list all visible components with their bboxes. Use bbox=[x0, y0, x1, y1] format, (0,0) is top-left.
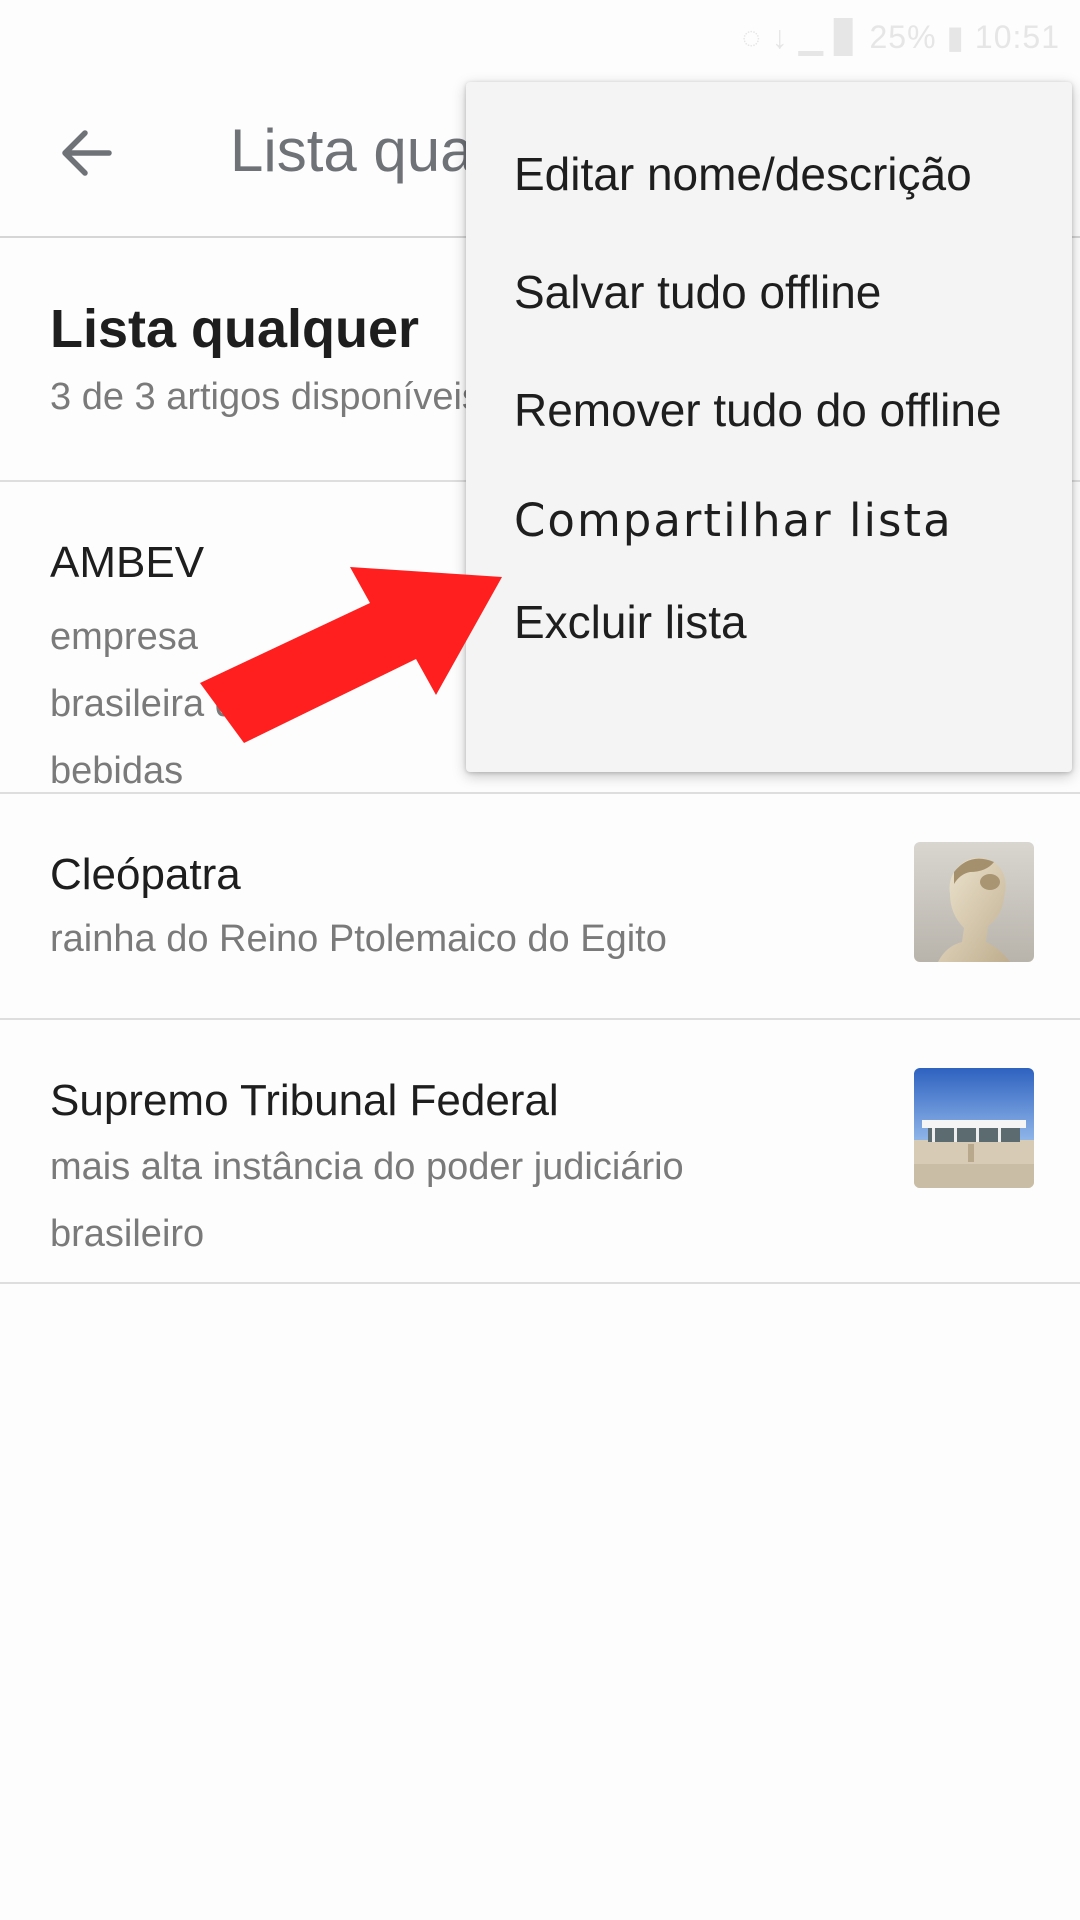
back-button[interactable] bbox=[40, 107, 132, 199]
article-description: mais alta instância do poder judiciário … bbox=[50, 1146, 684, 1255]
list-title: Lista qualquer bbox=[50, 299, 420, 359]
bust-sculpture-image bbox=[914, 842, 1034, 962]
menu-item-remove-all-offline[interactable]: Remover tudo do offline bbox=[466, 350, 1072, 470]
article-title: Supremo Tribunal Federal bbox=[50, 1076, 559, 1125]
article-title: AMBEV bbox=[50, 538, 205, 587]
menu-item-label: Remover tudo do offline bbox=[514, 384, 1002, 436]
menu-item-save-all-offline[interactable]: Salvar tudo offline bbox=[466, 232, 1072, 352]
status-bar: ◌ ↓ ▁ ▊ 25% ▮ 10:51 bbox=[0, 0, 1080, 70]
article-thumbnail bbox=[914, 842, 1034, 962]
article-row-cleopatra[interactable]: Cleópatra rainha do Reino Ptolemaico do … bbox=[0, 794, 1080, 1020]
article-thumbnail bbox=[914, 1068, 1034, 1188]
menu-item-edit-name-description[interactable]: Editar nome/descrição bbox=[466, 114, 1072, 234]
article-row-stf[interactable]: Supremo Tribunal Federal mais alta instâ… bbox=[0, 1020, 1080, 1284]
arrow-left-icon bbox=[62, 130, 112, 176]
overflow-menu: Editar nome/descrição Salvar tudo offlin… bbox=[466, 82, 1072, 772]
building-photo-image bbox=[914, 1068, 1034, 1188]
article-title: Cleópatra bbox=[50, 850, 241, 899]
menu-item-delete-list[interactable]: Excluir lista bbox=[466, 562, 1072, 682]
status-text: ◌ ↓ ▁ ▊ 25% ▮ 10:51 bbox=[741, 19, 1060, 55]
article-description: rainha do Reino Ptolemaico do Egito bbox=[50, 918, 667, 960]
menu-item-label: Editar nome/descrição bbox=[514, 148, 972, 200]
menu-item-label: Salvar tudo offline bbox=[514, 266, 882, 318]
menu-item-label: Compartilhar lista bbox=[514, 493, 953, 547]
annotation-arrow-icon bbox=[200, 567, 502, 743]
